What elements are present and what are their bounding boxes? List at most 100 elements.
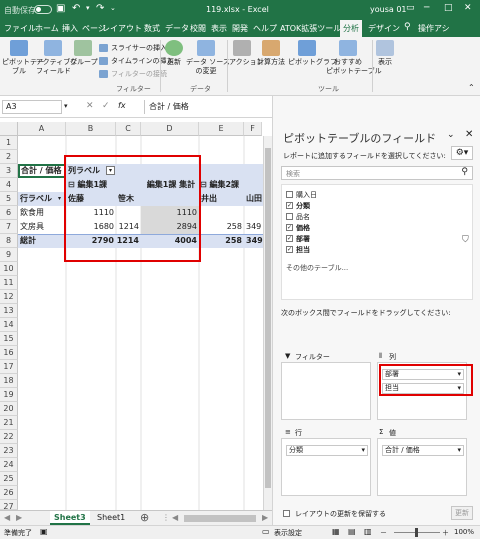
name-box[interactable]: A3	[2, 100, 62, 114]
row-header[interactable]: 13	[0, 304, 18, 318]
row-header[interactable]: 4	[0, 178, 18, 192]
row-header[interactable]: 15	[0, 332, 18, 346]
close-icon[interactable]: ✕	[464, 3, 472, 13]
row-header[interactable]: 12	[0, 290, 18, 304]
save-icon[interactable]: ▣	[56, 3, 65, 14]
row-field-chip[interactable]: 分類	[286, 445, 368, 456]
filter-area[interactable]	[281, 362, 371, 420]
field-search-box[interactable]: 検索 ⚲	[281, 166, 473, 180]
vertical-scrollbar[interactable]	[263, 136, 272, 510]
pane-close-icon[interactable]: ✕	[465, 129, 473, 140]
column-header-b[interactable]: B	[66, 122, 116, 136]
more-tables-link[interactable]: その他のテーブル...	[286, 263, 348, 273]
tab-formulas[interactable]: 数式	[144, 23, 160, 34]
calculation-button[interactable]: 計算方法	[256, 40, 286, 67]
field-name[interactable]: 購入日	[296, 190, 317, 200]
defer-update-checkbox[interactable]	[283, 510, 290, 517]
show-button[interactable]: 表示	[374, 40, 396, 67]
zoom-out-button[interactable]: －	[380, 528, 387, 538]
hscroll-left-icon[interactable]: ◀	[172, 513, 178, 522]
normal-view-icon[interactable]: ▦	[332, 527, 340, 536]
insert-function-icon[interactable]: fx	[118, 101, 126, 110]
pivot-row-labels[interactable]: 行ラベル	[20, 192, 60, 206]
tab-developer[interactable]: 開発	[232, 23, 248, 34]
column-header-d[interactable]: D	[141, 122, 199, 136]
formula-input[interactable]: 合計 / 価格	[144, 100, 270, 114]
tab-data[interactable]: データ	[165, 23, 189, 34]
minimize-icon[interactable]: ─	[424, 3, 429, 13]
values-area[interactable]: 合計 / 価格	[377, 438, 467, 496]
row-header[interactable]: 17	[0, 360, 18, 374]
insert-slicer-button[interactable]: スライサーの挿入	[99, 43, 167, 53]
row-header[interactable]: 7	[0, 220, 18, 234]
tell-me-icon[interactable]: ⚲	[404, 22, 411, 32]
row-header[interactable]: 23	[0, 444, 18, 458]
sheet-tab-active[interactable]: Sheet3	[50, 511, 90, 525]
tab-help[interactable]: ヘルプ	[253, 23, 277, 34]
column-header-e[interactable]: E	[199, 122, 244, 136]
field-name[interactable]: 品名	[296, 212, 310, 222]
sheet-scroll-right-icon[interactable]: ▶	[16, 513, 22, 522]
namebox-dropdown-icon[interactable]: ▾	[64, 102, 68, 110]
pivot-group-header-2[interactable]: ⊟ 編集2課	[200, 178, 272, 192]
row-header[interactable]: 20	[0, 402, 18, 416]
action-button[interactable]: アクション	[229, 40, 264, 67]
pivottable-button[interactable]: ピボットテー ブル	[2, 40, 44, 76]
recommended-pivot-button[interactable]: おすすめ ピボットテーブル	[326, 40, 382, 76]
field-name[interactable]: 担当	[296, 245, 310, 255]
row-header[interactable]: 24	[0, 458, 18, 472]
tab-atok[interactable]: ATOK拡張ツール	[280, 23, 341, 34]
filter-connections-button[interactable]: フィルターの接続	[99, 69, 167, 79]
tell-me-search[interactable]: 操作アシ	[418, 23, 450, 34]
display-settings-icon[interactable]: ▭	[262, 527, 270, 536]
row-header[interactable]: 11	[0, 276, 18, 290]
pivot-total-cell[interactable]: 258	[199, 234, 244, 248]
zoom-in-button[interactable]: ＋	[442, 528, 449, 538]
row-header[interactable]: 27	[0, 500, 18, 511]
row-header[interactable]: 1	[0, 136, 18, 150]
redo-icon[interactable]: ↷	[96, 3, 104, 14]
quick-access-dropdown-icon[interactable]: ⌄	[110, 4, 116, 12]
row-header[interactable]: 19	[0, 388, 18, 402]
row-header[interactable]: 25	[0, 472, 18, 486]
refresh-button[interactable]: 更新	[164, 40, 184, 67]
row-header[interactable]: 5	[0, 192, 18, 206]
row-header[interactable]: 9	[0, 248, 18, 262]
row-header[interactable]: 16	[0, 346, 18, 360]
row-header[interactable]: 8	[0, 234, 18, 248]
row-header[interactable]: 10	[0, 262, 18, 276]
pivot-cell[interactable]: 258	[199, 220, 244, 234]
field-checkbox[interactable]: ✓	[286, 202, 293, 209]
sheet-scroll-left-icon[interactable]: ◀	[4, 513, 10, 522]
collapse-ribbon-icon[interactable]: ⌃	[468, 83, 475, 92]
tab-home[interactable]: ホーム	[35, 23, 59, 34]
row-header[interactable]: 14	[0, 318, 18, 332]
tab-view[interactable]: 表示	[211, 23, 227, 34]
page-break-view-icon[interactable]: ▥	[364, 527, 372, 536]
enter-icon[interactable]: ✓	[102, 101, 110, 111]
tab-file[interactable]: ファイル	[4, 23, 36, 34]
add-sheet-icon[interactable]: ⊕	[140, 511, 149, 524]
sheet-tab[interactable]: Sheet1	[93, 511, 129, 525]
field-checkbox[interactable]: ✓	[286, 235, 293, 242]
row-header[interactable]: 6	[0, 206, 18, 220]
field-checkbox[interactable]	[286, 191, 293, 198]
field-name[interactable]: 分類	[296, 201, 310, 211]
page-layout-view-icon[interactable]: ▤	[348, 527, 356, 536]
row-header[interactable]: 21	[0, 416, 18, 430]
field-name[interactable]: 部署	[296, 234, 310, 244]
tab-layout[interactable]: レイアウト	[102, 23, 142, 34]
field-checkbox[interactable]	[286, 213, 293, 220]
horizontal-scroll-thumb[interactable]	[184, 515, 256, 522]
field-name[interactable]: 価格	[296, 223, 310, 233]
zoom-level[interactable]: 100%	[454, 528, 474, 536]
row-header[interactable]: 26	[0, 486, 18, 500]
row-header[interactable]: 3	[0, 164, 18, 178]
column-header-a[interactable]: A	[18, 122, 66, 136]
vertical-scroll-thumb[interactable]	[265, 148, 271, 488]
tools-gear-icon[interactable]: ⚙▾	[451, 146, 473, 160]
hscroll-right-icon[interactable]: ▶	[262, 513, 268, 522]
ribbon-options-icon[interactable]: ▭	[406, 3, 415, 13]
tab-insert[interactable]: 挿入	[62, 23, 78, 34]
pivot-value-label[interactable]: 合計 / 価格	[18, 164, 66, 178]
